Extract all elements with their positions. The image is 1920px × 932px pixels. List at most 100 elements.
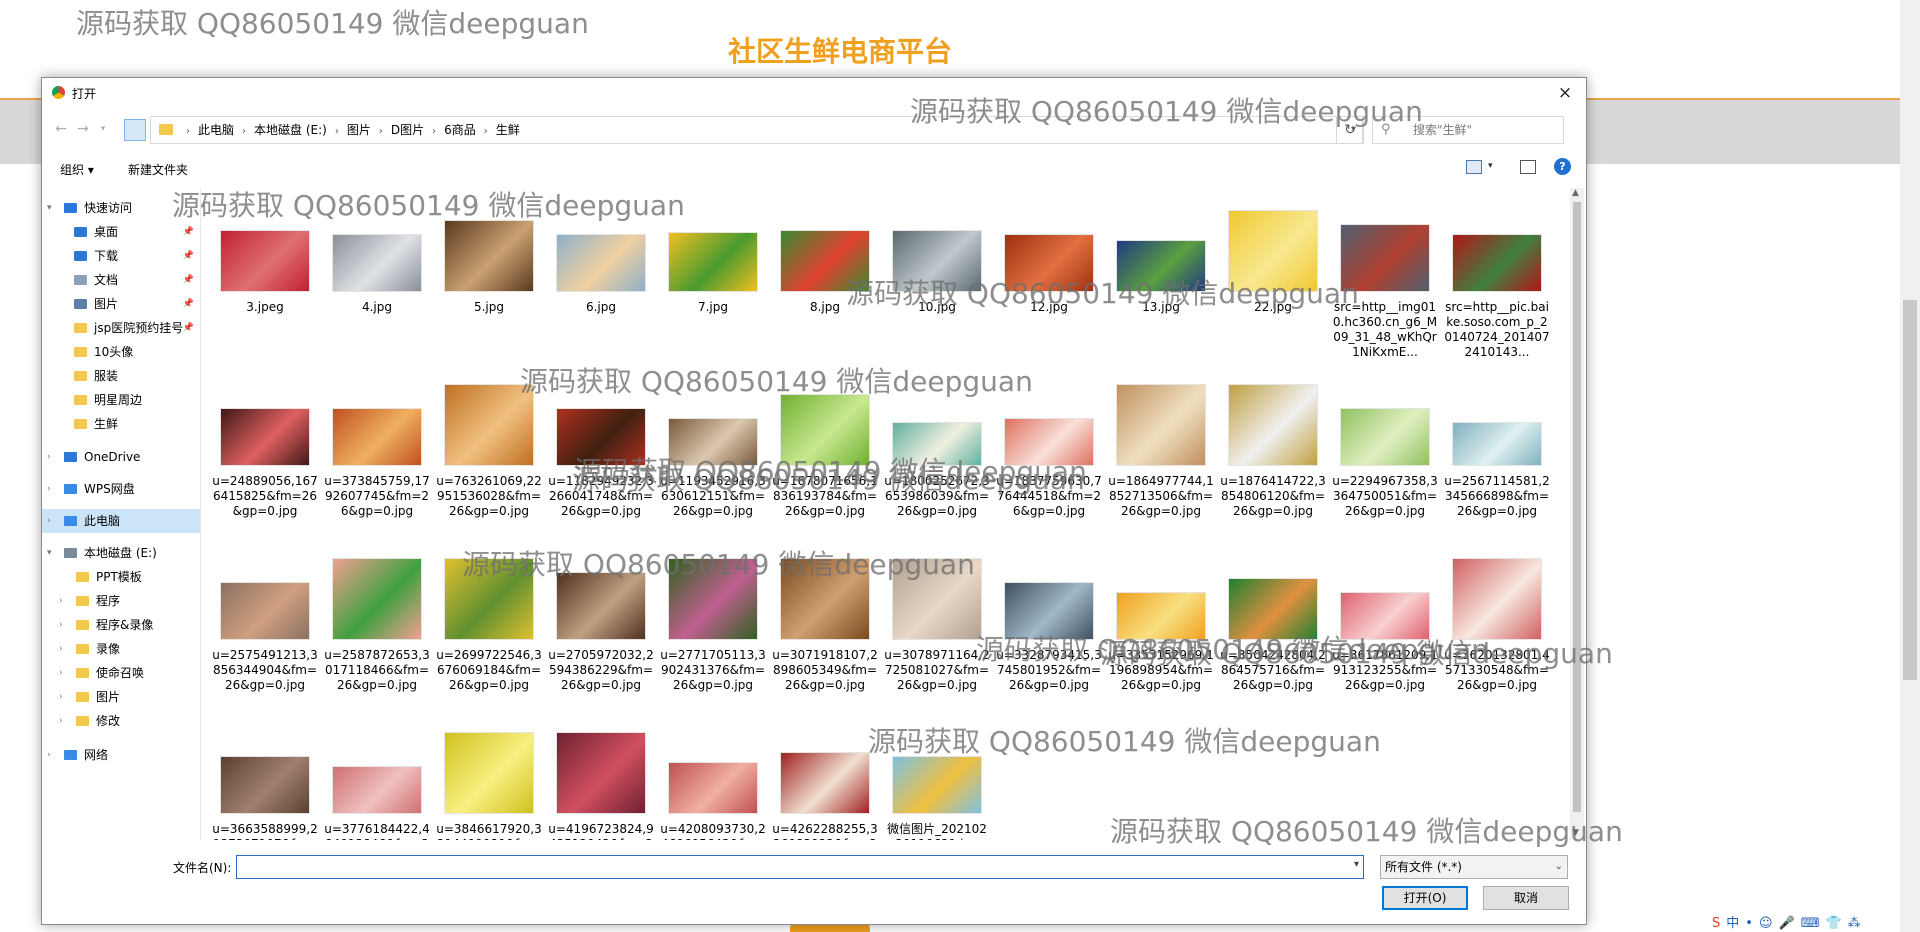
- refresh-icon[interactable]: ↻: [1336, 116, 1364, 144]
- scroll-down-icon[interactable]: ▼: [1572, 828, 1579, 838]
- breadcrumb-separator-icon[interactable]: ›: [374, 119, 388, 145]
- organize-menu[interactable]: 组织 ▾: [60, 161, 94, 178]
- breadcrumb-item[interactable]: 此电脑: [195, 117, 237, 143]
- up-folder-button[interactable]: [124, 119, 146, 141]
- file-list-scrollbar[interactable]: ▲ ▼: [1570, 188, 1584, 840]
- expand-icon[interactable]: ▾: [47, 541, 52, 565]
- file-item[interactable]: u=1182949232,3266041748&fm=26&gp=0.jpg: [548, 374, 654, 534]
- sidebar-item[interactable]: 图片 📌: [42, 292, 200, 316]
- scroll-up-icon[interactable]: ▲: [1572, 188, 1579, 198]
- file-item[interactable]: u=2705972032,2594386229&fm=26&gp=0.jpg: [548, 548, 654, 708]
- page-orange-button[interactable]: [790, 924, 870, 932]
- file-item[interactable]: u=1193452916,3630612151&fm=26&gp=0.jpg: [660, 374, 766, 534]
- file-item[interactable]: u=1678071656,1836193784&fm=26&gp=0.jpg: [772, 374, 878, 534]
- scrollbar-thumb[interactable]: [1573, 202, 1581, 812]
- file-item[interactable]: 5.jpg: [436, 200, 536, 360]
- dialog-titlebar[interactable]: 打开 ×: [42, 78, 1586, 108]
- sidebar-item[interactable]: jsp医院预约挂号 📌: [42, 316, 200, 340]
- toolbox-icon[interactable]: ⁂: [1848, 916, 1861, 931]
- breadcrumb-separator-icon[interactable]: ›: [237, 119, 251, 145]
- breadcrumb-separator-icon[interactable]: ›: [181, 119, 195, 145]
- help-icon[interactable]: ?: [1554, 158, 1571, 175]
- breadcrumb-item[interactable]: 生鲜: [493, 117, 523, 143]
- sidebar-item[interactable]: › 程序: [42, 589, 200, 613]
- breadcrumb-item[interactable]: 6商品: [441, 117, 479, 143]
- expand-icon[interactable]: ›: [47, 477, 51, 501]
- file-item[interactable]: 7.jpg: [660, 200, 760, 360]
- file-item[interactable]: u=3328793415,3745801952&fm=26&gp=0.jpg: [996, 548, 1102, 708]
- file-item[interactable]: 8.jpg: [772, 200, 872, 360]
- file-item[interactable]: u=1800252672,3653986039&fm=26&gp=0.jpg: [884, 374, 990, 534]
- emoji-icon[interactable]: ☺: [1759, 916, 1773, 931]
- microphone-icon[interactable]: 🎤: [1779, 916, 1795, 931]
- view-mode-dropdown-icon[interactable]: ▾: [1488, 161, 1493, 171]
- file-item[interactable]: 12.jpg: [996, 200, 1096, 360]
- file-item[interactable]: 13.jpg: [1108, 200, 1208, 360]
- view-mode-icon[interactable]: [1466, 160, 1482, 174]
- file-item[interactable]: u=763261069,22951536028&fm=26&gp=0.jpg: [436, 374, 542, 534]
- sidebar-item[interactable]: 生鲜: [42, 412, 200, 436]
- sidebar-item[interactable]: › 图片: [42, 685, 200, 709]
- keyboard-icon[interactable]: ⌨: [1801, 916, 1820, 931]
- sidebar-item[interactable]: 10头像: [42, 340, 200, 364]
- sogou-icon[interactable]: S: [1712, 916, 1720, 931]
- sidebar-item[interactable]: 文档 📌: [42, 268, 200, 292]
- open-button[interactable]: 打开(O): [1382, 886, 1468, 910]
- file-item[interactable]: u=3776184422,484013846&fm=26&gp=0.jpg: [324, 722, 430, 840]
- back-arrow-icon[interactable]: ←: [52, 120, 70, 138]
- file-item[interactable]: src=http__pic.baike.soso.com_p_20140724_…: [1444, 200, 1550, 360]
- dot-icon[interactable]: •: [1745, 916, 1753, 931]
- sidebar-item[interactable]: › WPS网盘: [42, 477, 200, 501]
- chinese-input-icon[interactable]: 中: [1726, 912, 1739, 931]
- breadcrumb-separator-icon[interactable]: ›: [427, 119, 441, 145]
- file-item[interactable]: u=2587872653,3017118466&fm=26&gp=0.jpg: [324, 548, 430, 708]
- breadcrumb-item[interactable]: D图片: [388, 117, 427, 143]
- file-item[interactable]: u=2699722546,3676069184&fm=26&gp=0.jpg: [436, 548, 542, 708]
- file-item[interactable]: u=4208093730,2469605643&fm=26&gp=0.jpg: [660, 722, 766, 840]
- file-item[interactable]: u=3078971164,2725081027&fm=26&gp=0.jpg: [884, 548, 990, 708]
- breadcrumb-item[interactable]: 本地磁盘 (E:): [251, 117, 330, 143]
- file-item[interactable]: u=1837759630,776444518&fm=26&gp=0.jpg: [996, 374, 1102, 534]
- expand-icon[interactable]: ›: [47, 445, 51, 469]
- cancel-button[interactable]: 取消: [1483, 886, 1569, 910]
- expand-icon[interactable]: ▾: [47, 196, 52, 220]
- sidebar-item[interactable]: › 网络: [42, 743, 200, 767]
- file-item[interactable]: u=3620132801,4571330548&fm=26&gp=0.jpg: [1444, 548, 1550, 708]
- breadcrumb-separator-icon[interactable]: ›: [330, 119, 344, 145]
- file-item[interactable]: 微信图片_20210220110621.jpg: [884, 722, 987, 840]
- sidebar-item[interactable]: › 使命召唤: [42, 661, 200, 685]
- sidebar-item[interactable]: › 程序&录像: [42, 613, 200, 637]
- sidebar-item[interactable]: ▾ 本地磁盘 (E:): [42, 541, 200, 565]
- file-item[interactable]: 10.jpg: [884, 200, 984, 360]
- file-item[interactable]: u=1876414722,3854806120&fm=26&gp=0.jpg: [1220, 374, 1326, 534]
- file-item[interactable]: u=3504242804,2864575716&fm=26&gp=0.jpg: [1220, 548, 1326, 708]
- expand-icon[interactable]: ›: [59, 685, 63, 709]
- sidebar-item[interactable]: › 修改: [42, 709, 200, 733]
- file-item[interactable]: u=373845759,1792607745&fm=26&gp=0.jpg: [324, 374, 430, 534]
- file-item[interactable]: 22.jpg: [1220, 200, 1320, 360]
- filename-dropdown-icon[interactable]: ▾: [1354, 859, 1359, 870]
- new-folder-button[interactable]: 新建文件夹: [128, 161, 188, 178]
- expand-icon[interactable]: ›: [59, 589, 63, 613]
- expand-icon[interactable]: ›: [59, 637, 63, 661]
- sidebar-item[interactable]: 桌面 📌: [42, 220, 200, 244]
- file-item[interactable]: u=3071918107,2898605349&fm=26&gp=0.jpg: [772, 548, 878, 708]
- close-icon[interactable]: ×: [1552, 80, 1578, 106]
- file-item[interactable]: 3.jpeg: [212, 200, 312, 360]
- sidebar-item[interactable]: 下载 📌: [42, 244, 200, 268]
- page-scrollbar[interactable]: [1900, 0, 1920, 932]
- file-item[interactable]: 6.jpg: [548, 200, 648, 360]
- file-item[interactable]: u=3846617920,3214499089&fm=26&gp=0.jpg: [436, 722, 542, 840]
- file-item[interactable]: 4.jpg: [324, 200, 424, 360]
- file-item[interactable]: u=2575491213,3856344904&fm=26&gp=0.jpg: [212, 548, 318, 708]
- sidebar-item[interactable]: › OneDrive: [42, 445, 200, 469]
- sidebar-item[interactable]: 服装: [42, 364, 200, 388]
- filename-input[interactable]: ▾: [236, 855, 1364, 879]
- search-box[interactable]: ⚲ 搜索"生鲜": [1372, 116, 1564, 144]
- expand-icon[interactable]: ›: [47, 509, 51, 533]
- expand-icon[interactable]: ›: [59, 709, 63, 733]
- file-item[interactable]: u=3617861209,1913123255&fm=26&gp=0.jpg: [1332, 548, 1438, 708]
- file-item[interactable]: u=4262288255,326083922&fm=26&gp=0.jpg: [772, 722, 878, 840]
- file-item[interactable]: u=3663588999,2137307107&fm=26&gp=0.jpg: [212, 722, 318, 840]
- expand-icon[interactable]: ›: [59, 613, 63, 637]
